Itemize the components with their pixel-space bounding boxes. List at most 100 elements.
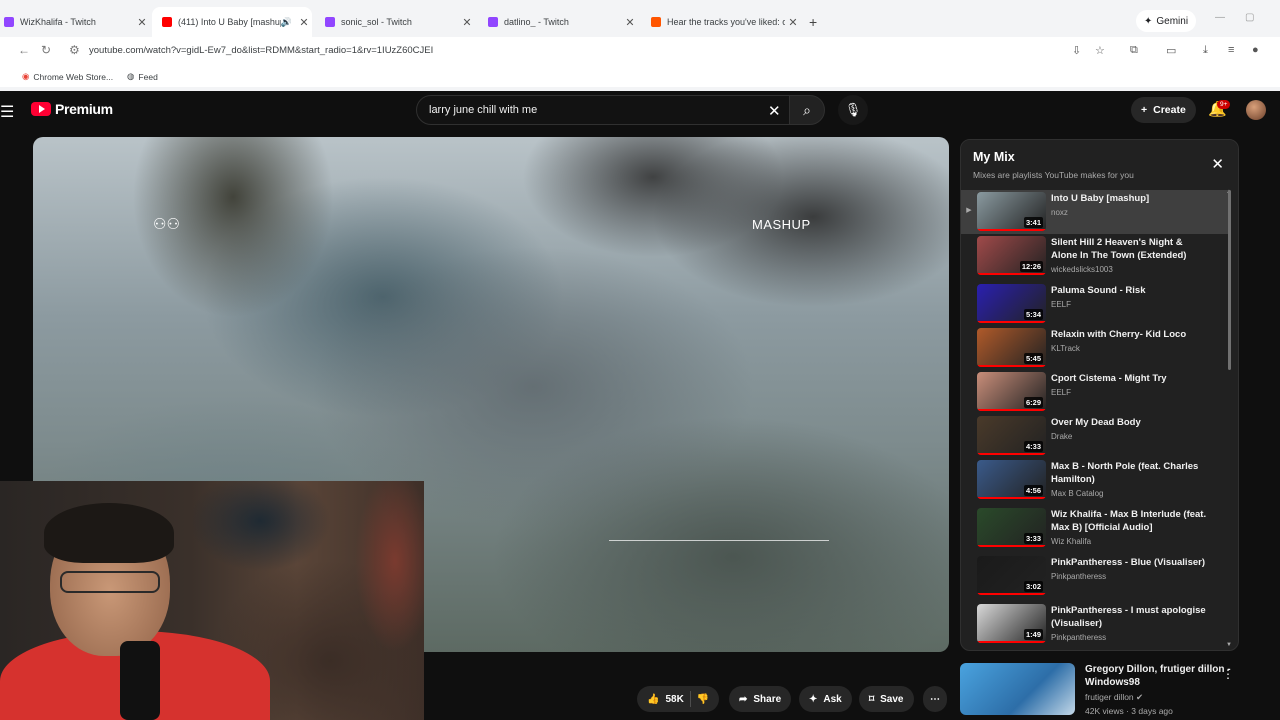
address-bar-row: ← ↻ ⚙ youtube.com/watch?v=gidL-Ew7_do&li… [0, 37, 1280, 65]
drag-handle[interactable] [961, 414, 977, 458]
video-title[interactable]: Into U Baby [mashup] [1051, 192, 1211, 205]
channel-name[interactable]: EELF [1051, 300, 1211, 309]
channel-name[interactable]: Max B Catalog [1051, 489, 1211, 498]
search-button[interactable]: ⌕ [789, 95, 825, 125]
extensions-icon[interactable]: ⧉ [1130, 44, 1138, 57]
bookmark-chrome-web-store[interactable]: ◉ Chrome Web Store... [22, 71, 113, 82]
video-thumbnail[interactable]: 3:02 [977, 556, 1046, 595]
playlist-scrollbar[interactable] [1228, 190, 1231, 370]
channel-name[interactable]: Pinkpantheress [1051, 572, 1211, 581]
close-tab-icon[interactable]: ✕ [459, 16, 475, 29]
channel-name[interactable]: Wiz Khalifa [1051, 537, 1211, 546]
create-button[interactable]: + Create [1131, 97, 1196, 123]
close-tab-icon[interactable]: ✕ [134, 16, 150, 29]
scroll-down-icon[interactable]: ▼ [1226, 642, 1232, 648]
voice-search-button[interactable]: 🎙 [838, 95, 868, 125]
channel-name[interactable]: wickedslicks1003 [1051, 265, 1211, 274]
video-thumbnail[interactable]: 6:29 [977, 372, 1046, 411]
playlist-item[interactable]: 5:45 Relaxin with Cherry- Kid Loco KLTrack [961, 326, 1229, 370]
channel-name[interactable]: noxz [1051, 208, 1211, 217]
maximize-icon[interactable]: ▢ [1245, 12, 1254, 23]
video-title[interactable]: Cport Cistema - Might Try [1051, 372, 1211, 385]
channel-name[interactable]: KLTrack [1051, 344, 1211, 353]
recommended-title[interactable]: Gregory Dillon, frutiger dillon - Window… [1085, 663, 1235, 689]
drag-handle[interactable] [961, 234, 977, 282]
video-title[interactable]: Over My Dead Body [1051, 416, 1211, 429]
recommended-channel[interactable]: frutiger dillon [1085, 692, 1134, 702]
close-tab-icon[interactable]: ✕ [785, 16, 801, 29]
back-icon[interactable]: ← [18, 43, 30, 57]
sidepanel-icon[interactable]: ▭ [1166, 44, 1176, 57]
drag-handle[interactable] [961, 506, 977, 554]
drag-handle[interactable] [961, 458, 977, 506]
share-button[interactable]: ➦ Share [729, 686, 792, 712]
video-title[interactable]: PinkPantheress - I must apologise (Visua… [1051, 604, 1211, 630]
video-thumbnail[interactable]: 5:45 [977, 328, 1046, 367]
channel-name[interactable]: EELF [1051, 388, 1211, 397]
save-button[interactable]: ⌑ Save [859, 686, 914, 712]
minimize-icon[interactable]: — [1215, 12, 1225, 23]
url-field[interactable]: youtube.com/watch?v=gidL-Ew7_do&list=RDM… [89, 45, 433, 56]
video-title[interactable]: Max B - North Pole (feat. Charles Hamilt… [1051, 460, 1211, 486]
tab-soundcloud[interactable]: Hear the tracks you've liked: on ✕ [641, 10, 801, 34]
speaker-icon[interactable]: 🔊 [281, 17, 292, 28]
bookmark-feed[interactable]: ◍ Feed [127, 71, 158, 82]
drag-handle[interactable] [961, 602, 977, 650]
drag-handle[interactable] [961, 282, 977, 326]
tab-youtube-active[interactable]: (411) Into U Baby [mashup] 🔊 ✕ [152, 7, 312, 37]
playlist-item[interactable]: ▶ 3:41 Into U Baby [mashup] noxz [961, 190, 1229, 234]
playlist-item[interactable]: 5:34 Paluma Sound - Risk EELF [961, 282, 1229, 326]
new-tab-button[interactable]: + [809, 14, 817, 30]
avatar[interactable] [1246, 100, 1266, 120]
downloads-icon[interactable]: ⤓ [1203, 44, 1208, 57]
menu-icon[interactable]: ☰ [0, 102, 14, 122]
bookmark-star-icon[interactable]: ☆ [1095, 44, 1105, 57]
close-playlist-icon[interactable]: ✕ [1211, 155, 1224, 173]
video-title[interactable]: PinkPantheress - Blue (Visualiser) [1051, 556, 1211, 569]
video-thumbnail[interactable]: 3:41 [977, 192, 1046, 231]
channel-name[interactable]: Pinkpantheress [1051, 633, 1211, 642]
more-actions-button[interactable]: ⋯ [923, 686, 947, 712]
drag-handle[interactable] [961, 370, 977, 414]
like-button[interactable]: 👍 58K [647, 694, 684, 705]
recommended-video[interactable]: Gregory Dillon, frutiger dillon - Window… [960, 663, 1280, 720]
install-icon[interactable]: ⇩ [1072, 44, 1081, 57]
gemini-button[interactable]: ✦ Gemini [1136, 10, 1197, 32]
tab-wizkhalifa-twitch[interactable]: WizKhalifa - Twitch ✕ [0, 10, 150, 34]
site-info-icon[interactable]: ⚙ [69, 43, 80, 57]
video-thumbnail[interactable]: 5:34 [977, 284, 1046, 323]
close-tab-icon[interactable]: ✕ [296, 16, 312, 29]
video-thumbnail[interactable]: 12:26 [977, 236, 1046, 275]
video-title[interactable]: Wiz Khalifa - Max B Interlude (feat. Max… [1051, 508, 1211, 534]
media-icon[interactable]: ≡ [1228, 44, 1234, 56]
clear-search-icon[interactable]: ✕ [768, 102, 781, 120]
ask-button[interactable]: ✦ Ask [799, 686, 852, 712]
recommended-thumbnail[interactable] [960, 663, 1075, 715]
playlist-item[interactable]: 1:49 PinkPantheress - I must apologise (V… [961, 602, 1229, 650]
playlist-item[interactable]: 4:56 Max B - North Pole (feat. Charles Ha… [961, 458, 1229, 506]
drag-handle[interactable] [961, 326, 977, 370]
channel-name[interactable]: Drake [1051, 432, 1211, 441]
reload-icon[interactable]: ↻ [41, 43, 51, 57]
tab-datlino-twitch[interactable]: datlino_ - Twitch ✕ [478, 10, 638, 34]
playlist-item[interactable]: 12:26 Silent Hill 2 Heaven's Night & Alon… [961, 234, 1229, 282]
profile-icon[interactable]: ● [1252, 44, 1259, 56]
video-title[interactable]: Silent Hill 2 Heaven's Night & Alone In … [1051, 236, 1211, 262]
video-thumbnail[interactable]: 3:33 [977, 508, 1046, 547]
playlist-item[interactable]: 6:29 Cport Cistema - Might Try EELF [961, 370, 1229, 414]
close-tab-icon[interactable]: ✕ [622, 16, 638, 29]
video-title[interactable]: Paluma Sound - Risk [1051, 284, 1211, 297]
dislike-button[interactable]: 👎 [697, 694, 709, 705]
playlist-item[interactable]: 4:33 Over My Dead Body Drake [961, 414, 1229, 458]
tab-sonic-sol-twitch[interactable]: sonic_sol - Twitch ✕ [315, 10, 475, 34]
video-thumbnail[interactable]: 4:56 [977, 460, 1046, 499]
search-input[interactable] [429, 104, 749, 116]
video-thumbnail[interactable]: 1:49 [977, 604, 1046, 643]
youtube-logo[interactable]: Premium [31, 101, 113, 117]
playlist-item[interactable]: 3:33 Wiz Khalifa - Max B Interlude (feat.… [961, 506, 1229, 554]
more-options-icon[interactable]: ⋮ [1222, 667, 1234, 681]
drag-handle[interactable] [961, 554, 977, 602]
video-title[interactable]: Relaxin with Cherry- Kid Loco [1051, 328, 1211, 341]
video-thumbnail[interactable]: 4:33 [977, 416, 1046, 455]
playlist-item[interactable]: 3:02 PinkPantheress - Blue (Visualiser) Pi… [961, 554, 1229, 602]
